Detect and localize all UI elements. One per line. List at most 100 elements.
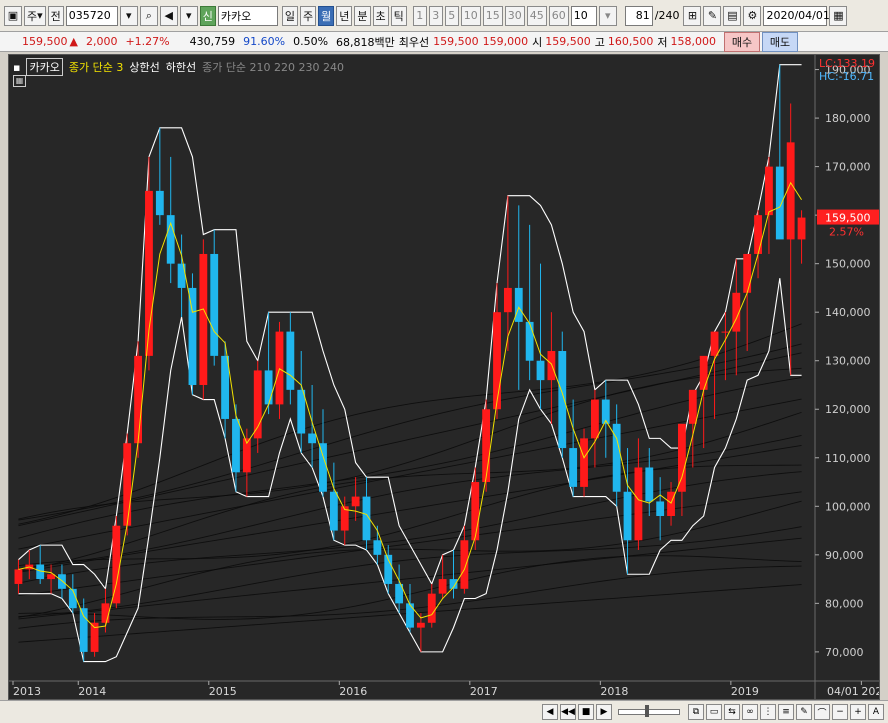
sound-icon[interactable]: ◀: [159, 5, 178, 26]
best-ask: 159,500: [433, 35, 479, 48]
candle-body: [514, 287, 523, 322]
search-icon[interactable]: ⌕: [139, 5, 158, 26]
candle-body: [743, 253, 752, 293]
tab-0[interactable]: 일: [281, 5, 299, 26]
candle-body: [688, 389, 697, 424]
x-tick-label: 04/01: [827, 685, 859, 698]
interval-button-2[interactable]: 5: [444, 5, 459, 26]
candle-body: [471, 482, 480, 541]
interval-button-0[interactable]: 1: [412, 5, 427, 26]
menu-icon[interactable]: ≡: [778, 704, 794, 720]
calendar-icon[interactable]: ▦: [829, 5, 848, 26]
draw-icon[interactable]: ✎: [796, 704, 812, 720]
y-tick-label: 170,000: [825, 161, 871, 174]
candle-body: [754, 215, 762, 254]
layout-icon[interactable]: ▭: [706, 704, 722, 720]
candle-body: [199, 253, 208, 385]
code-input[interactable]: 035720: [65, 5, 118, 26]
copy-icon[interactable]: ⧉: [688, 704, 704, 720]
candle-body: [351, 496, 360, 507]
dropdown-arrow-icon[interactable]: ▾: [119, 5, 138, 26]
low-label: 저: [657, 35, 668, 49]
first-page-icon[interactable]: ◀◀: [560, 704, 576, 720]
trade-amount: 68,818백만: [336, 35, 395, 49]
period-select[interactable]: 주 ▾: [24, 5, 46, 26]
candle-body: [710, 331, 719, 356]
candle-body: [155, 190, 164, 216]
tab-5[interactable]: 초: [372, 5, 389, 26]
high-price: 160,500: [607, 35, 654, 48]
candle-body: [112, 525, 121, 604]
candle-body: [558, 351, 567, 449]
tab-4[interactable]: 분: [354, 5, 371, 26]
grid-icon[interactable]: ⊞: [683, 5, 702, 26]
candle-body: [775, 166, 784, 240]
candle-body: [68, 588, 77, 609]
tab-2[interactable]: 월: [318, 5, 335, 26]
link-icon[interactable]: ∞: [742, 704, 758, 720]
legend-upper-band: 상한선: [129, 61, 160, 74]
tools-icon[interactable]: ✎: [703, 5, 722, 26]
candle-body: [765, 166, 773, 216]
interval-button-7[interactable]: 60: [548, 5, 569, 26]
compare-icon[interactable]: ⇆: [724, 704, 740, 720]
candle-body: [482, 409, 491, 483]
candle-body: [503, 287, 512, 313]
x-tick-label: 2014: [78, 685, 106, 698]
candle-body: [221, 355, 230, 419]
page-input[interactable]: 81: [624, 5, 653, 26]
candle-body: [786, 142, 795, 240]
candle-body: [286, 331, 295, 390]
chart-canvas[interactable]: 70,000 80,000 90,000 100,000 110,000 120,000 1…: [9, 55, 879, 699]
tab-3[interactable]: 년: [336, 5, 353, 26]
page-total: /240: [654, 9, 680, 22]
bars-icon[interactable]: ⋮: [760, 704, 776, 720]
count-select[interactable]: 10: [570, 5, 597, 26]
candle-body: [721, 331, 730, 333]
scroll-right-icon[interactable]: ▶: [596, 704, 612, 720]
stock-name-field[interactable]: 카카오: [217, 5, 278, 26]
candlestick-chart[interactable]: 70,000 80,000 90,000 100,000 110,000 120,000 1…: [8, 54, 880, 700]
candle-body: [460, 540, 469, 589]
dropdown-arrow-icon[interactable]: ▾: [598, 5, 617, 26]
save-icon[interactable]: ▤: [723, 5, 742, 26]
buy-button[interactable]: 매수: [724, 31, 761, 52]
date-input[interactable]: 2020/04/01: [763, 5, 830, 26]
candle-body: [188, 287, 197, 385]
candle-body: [264, 370, 273, 405]
y-tick-label: 180,000: [825, 112, 871, 125]
interval-button-1[interactable]: 3: [428, 5, 443, 26]
zoom-in-icon[interactable]: +: [850, 704, 866, 720]
candle-body: [406, 603, 414, 628]
x-tick-label: 2013: [13, 685, 41, 698]
candle-body: [275, 331, 284, 405]
candle-body: [210, 253, 219, 356]
interval-button-4[interactable]: 15: [482, 5, 503, 26]
candle-body: [493, 312, 501, 410]
hc-label: HC:-16.71: [819, 70, 874, 83]
zoom-slider[interactable]: [618, 705, 680, 717]
tab-6[interactable]: 틱: [390, 5, 407, 26]
x-tick-label: 2018: [600, 685, 628, 698]
front-button[interactable]: 전: [47, 5, 64, 26]
tab-1[interactable]: 주: [300, 5, 317, 26]
dropdown-arrow-icon[interactable]: ▾: [179, 5, 198, 26]
candle-body: [699, 355, 708, 390]
x-tick-label: 2019: [731, 685, 759, 698]
chart-icon[interactable]: ▣: [4, 5, 22, 26]
grid-toggle-icon[interactable]: ▦: [13, 75, 26, 87]
text-tool-icon[interactable]: A: [868, 704, 884, 720]
stop-icon[interactable]: ■: [578, 704, 594, 720]
zoom-out-icon[interactable]: −: [832, 704, 848, 720]
interval-button-3[interactable]: 10: [460, 5, 481, 26]
settings-icon[interactable]: ⚙: [743, 5, 762, 26]
candle-body: [416, 622, 425, 628]
candle-body: [656, 501, 665, 517]
magnet-icon[interactable]: ⌒: [814, 704, 830, 720]
sell-button[interactable]: 매도: [762, 31, 799, 52]
interval-button-6[interactable]: 45: [526, 5, 547, 26]
credit-badge: 신: [199, 5, 216, 26]
interval-button-5[interactable]: 30: [504, 5, 525, 26]
scroll-left-icon[interactable]: ◀: [542, 704, 558, 720]
candle-body: [134, 355, 142, 444]
